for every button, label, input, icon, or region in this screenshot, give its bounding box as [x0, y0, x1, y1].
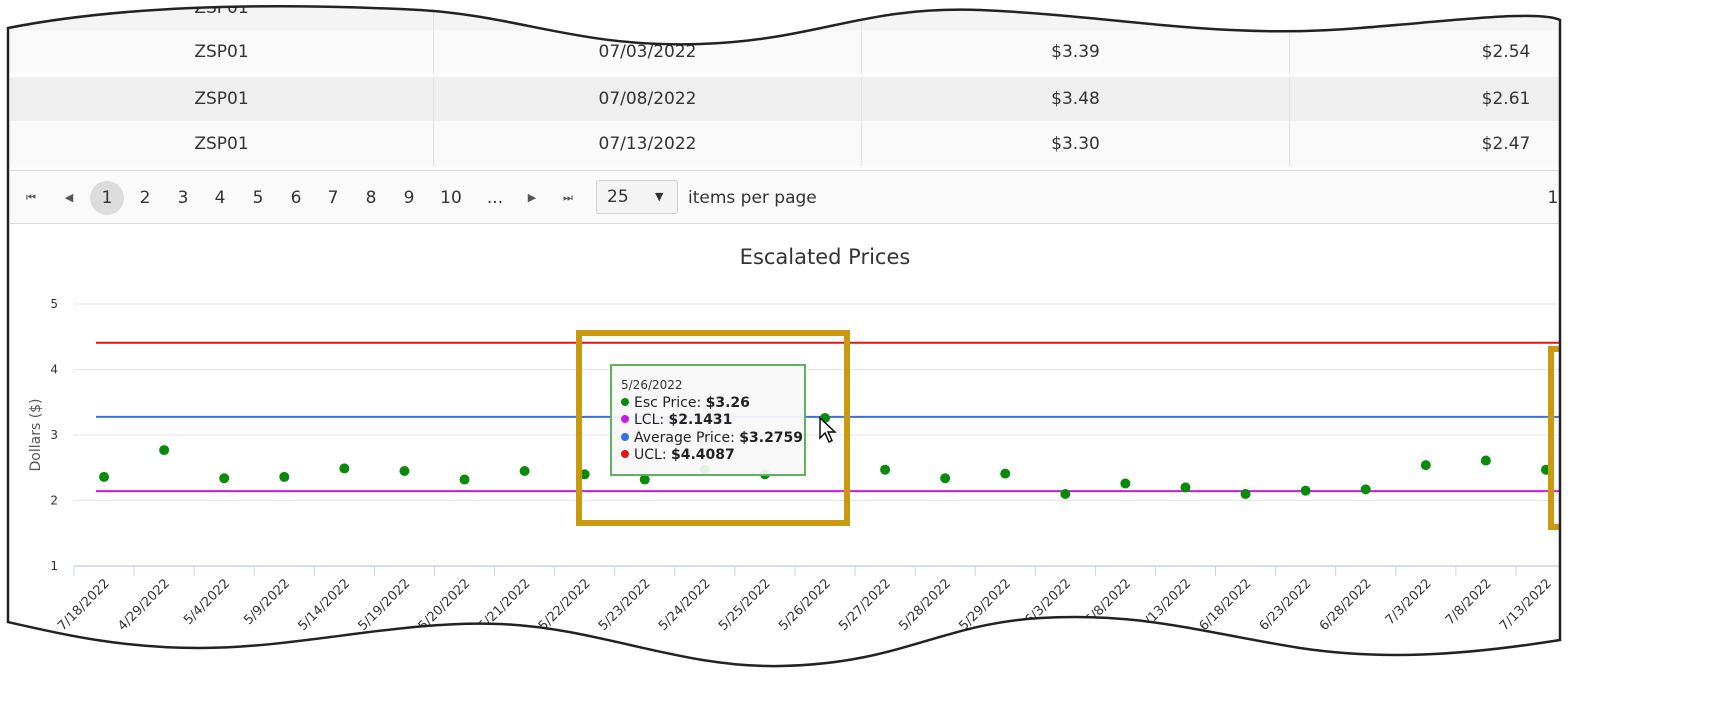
torn-edge-outline	[6, 4, 1562, 668]
screenshot-frame: ZSP01 $3.32 ZSP01 07/03/2022 $3.39 $2.54…	[0, 0, 1732, 704]
